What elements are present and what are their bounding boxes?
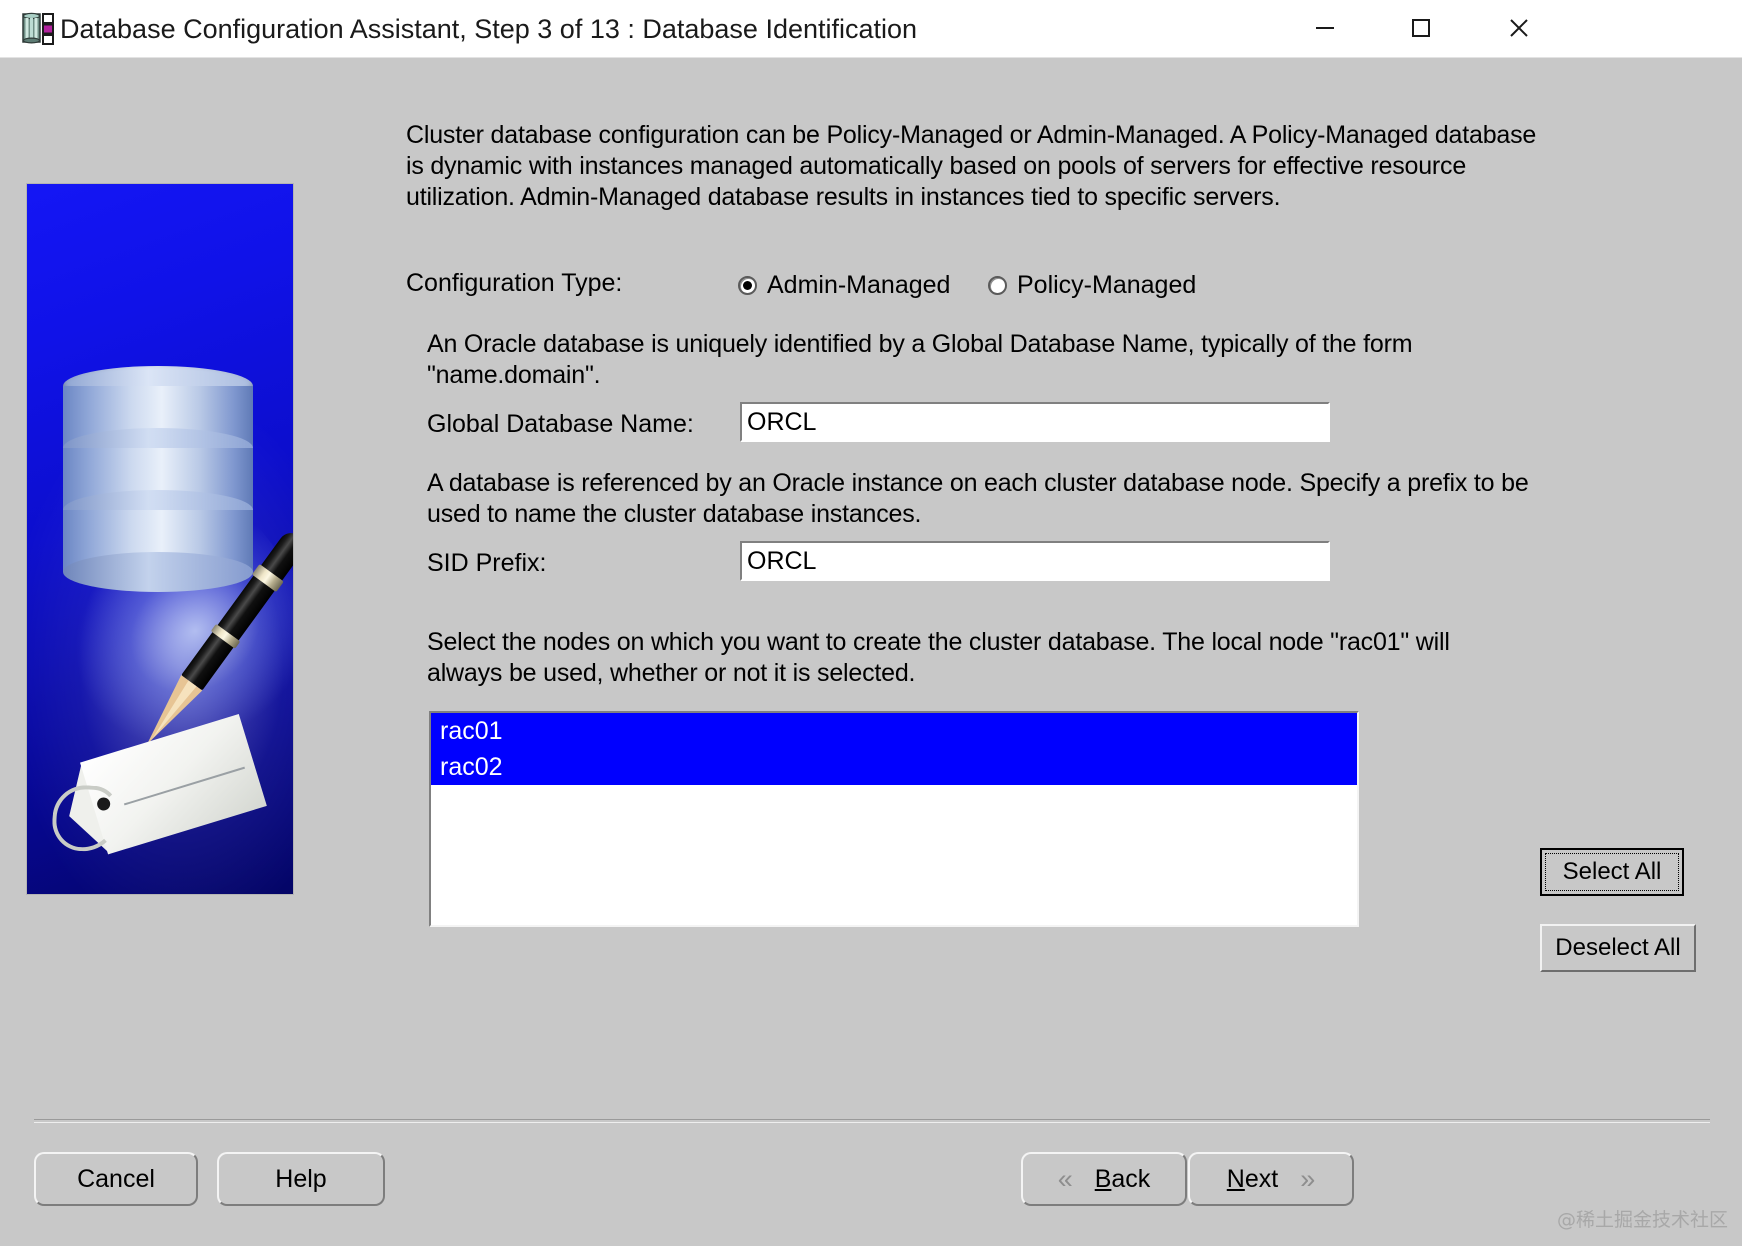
sid-prefix-label: SID Prefix: xyxy=(427,549,547,577)
database-cylinder-graphic xyxy=(63,366,253,616)
cancel-button-label: Cancel xyxy=(77,1164,155,1193)
title-bar: Database Configuration Assistant, Step 3… xyxy=(0,0,1742,58)
radio-admin-managed-label: Admin-Managed xyxy=(767,271,951,299)
next-button-label: Next xyxy=(1227,1165,1278,1194)
back-button-mnemonic: B xyxy=(1094,1164,1112,1193)
back-button-label: Back xyxy=(1095,1165,1151,1194)
cancel-button[interactable]: Cancel xyxy=(34,1152,198,1206)
deselect-all-button[interactable]: Deselect All xyxy=(1540,924,1696,972)
node-selection-help-text: Select the nodes on which you want to cr… xyxy=(427,628,1450,687)
sidebar-illustration xyxy=(27,184,293,894)
footer-separator xyxy=(34,1119,1710,1123)
list-item[interactable]: rac02 xyxy=(431,749,1357,785)
radio-admin-managed[interactable]: Admin-Managed xyxy=(738,271,950,300)
radio-admin-managed-mark[interactable] xyxy=(738,276,757,295)
back-button[interactable]: « Back xyxy=(1021,1152,1187,1206)
intro-paragraph: Cluster database configuration can be Po… xyxy=(406,121,1537,211)
maximize-button[interactable] xyxy=(1384,0,1458,56)
back-button-rest: ack xyxy=(1111,1164,1151,1193)
dialog-window: Database Configuration Assistant, Step 3… xyxy=(0,0,1742,1246)
next-button[interactable]: Next » xyxy=(1188,1152,1354,1206)
database-app-icon xyxy=(22,11,56,45)
help-button-label: Help xyxy=(275,1164,327,1193)
next-button-rest: ext xyxy=(1244,1164,1279,1193)
sid-prefix-input[interactable]: ORCL xyxy=(740,541,1330,581)
radio-policy-managed-label: Policy-Managed xyxy=(1017,271,1197,299)
configuration-type-label: Configuration Type: xyxy=(406,269,623,297)
close-button[interactable] xyxy=(1482,0,1556,56)
close-icon xyxy=(1510,19,1528,37)
next-button-mnemonic: N xyxy=(1226,1164,1245,1193)
list-item[interactable]: rac01 xyxy=(431,713,1357,749)
global-db-name-label: Global Database Name: xyxy=(427,410,694,438)
window-title: Database Configuration Assistant, Step 3… xyxy=(60,14,918,44)
minimize-icon xyxy=(1316,27,1334,29)
sid-prefix-help-text: A database is referenced by an Oracle in… xyxy=(427,469,1529,528)
radio-policy-managed[interactable]: Policy-Managed xyxy=(988,271,1196,300)
chevron-left-icon: « xyxy=(1057,1163,1073,1194)
chevron-right-icon: » xyxy=(1300,1163,1316,1194)
select-all-button-label: Select All xyxy=(1562,858,1662,885)
global-db-help-text: An Oracle database is uniquely identifie… xyxy=(427,330,1413,389)
minimize-button[interactable] xyxy=(1288,0,1362,56)
maximize-icon xyxy=(1412,19,1430,37)
global-db-name-input[interactable]: ORCL xyxy=(740,402,1330,442)
help-button[interactable]: Help xyxy=(217,1152,385,1206)
radio-policy-managed-mark[interactable] xyxy=(988,276,1007,295)
watermark: @稀土掘金技术社区 xyxy=(1556,1209,1728,1231)
node-list[interactable]: rac01 rac02 xyxy=(429,711,1359,927)
select-all-button[interactable]: Select All xyxy=(1540,848,1684,896)
deselect-all-button-label: Deselect All xyxy=(1555,934,1681,961)
